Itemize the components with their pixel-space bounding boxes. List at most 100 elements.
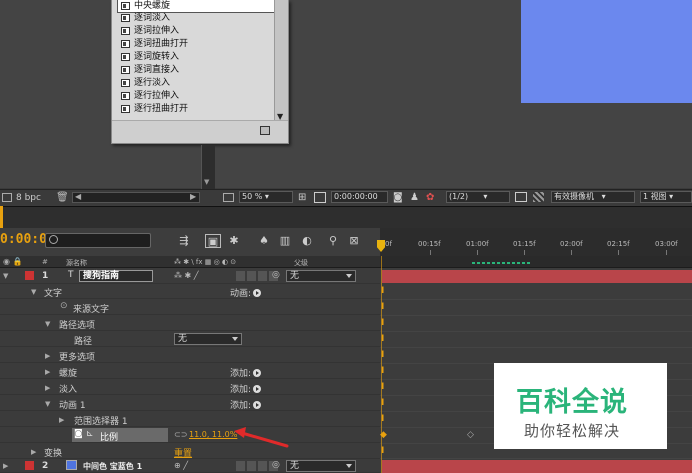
parent-header[interactable]: 父级 [294, 258, 308, 268]
scroll-right-icon[interactable]: ▶ [190, 192, 196, 201]
parent-dropdown[interactable]: 无 [286, 270, 356, 282]
layer-name[interactable]: 搜狗指南 [79, 270, 153, 282]
layer-duration-bar[interactable] [382, 460, 692, 473]
keyframe-marker[interactable]: I [381, 302, 384, 312]
play-circle-icon [253, 385, 262, 393]
draft-3d-icon[interactable]: ✱ [226, 234, 242, 248]
constrain-proportions-icon[interactable]: ⊂⊃ [174, 430, 187, 439]
new-folder-icon[interactable] [260, 126, 270, 135]
graph-icon[interactable]: ⊾ [86, 429, 94, 439]
brainstorm-icon[interactable]: ⚲ [325, 234, 341, 248]
timeline-search-input[interactable] [45, 233, 151, 248]
popup-scrollbar[interactable] [274, 0, 288, 120]
collapse-triangle-icon[interactable]: ▶ [45, 384, 50, 392]
graph-editor-icon[interactable]: ⊠ [346, 234, 362, 248]
keyframe-marker[interactable]: I [381, 318, 384, 328]
trash-icon[interactable]: 🗑 [56, 192, 69, 203]
collapse-triangle-icon[interactable]: ▶ [59, 416, 64, 424]
reset-link[interactable]: 重置 [174, 446, 192, 459]
preset-item[interactable]: 逐词拉伸入 [118, 25, 274, 37]
layer-switches[interactable]: ⊕ ╱ [174, 461, 188, 470]
expand-triangle-icon[interactable]: ▼ [45, 400, 50, 408]
property-row[interactable] [0, 300, 380, 315]
audio-video-icon[interactable]: ◉ 🔒 [3, 257, 22, 266]
expand-triangle-icon[interactable]: ▼ [45, 320, 50, 328]
path-dropdown[interactable]: 无 [174, 333, 242, 345]
scroll-down-icon[interactable]: ▼ [204, 178, 209, 186]
layer-duration-bar[interactable] [382, 270, 692, 283]
animator-row[interactable] [0, 380, 380, 395]
scale-value[interactable]: 11.0, 11.0% [189, 430, 237, 439]
shy-layers-icon[interactable]: ♠ [256, 234, 272, 248]
transparency-grid-icon[interactable] [533, 192, 544, 202]
add-menu[interactable]: 添加: [230, 382, 262, 395]
keyframe-marker[interactable]: I [381, 286, 384, 296]
layer-name[interactable]: 中间色 宝蓝色 1 [83, 461, 142, 472]
keyframe-marker[interactable]: I [381, 334, 384, 344]
label-color-swatch[interactable] [25, 271, 34, 280]
animate-menu[interactable]: 动画: [230, 286, 262, 299]
bpc-label[interactable]: 8 bpc [16, 193, 41, 203]
preset-item[interactable]: 逐词直接入 [118, 64, 274, 76]
layer-switches[interactable]: ⁂ ✱ ╱ [174, 271, 199, 280]
keyframe-marker[interactable]: I [381, 350, 384, 360]
animator-row[interactable] [0, 364, 380, 379]
preset-item[interactable]: 逐词淡入 [118, 12, 274, 24]
stopwatch-icon[interactable]: ⊙ [60, 301, 68, 311]
safe-margins-icon[interactable] [314, 192, 326, 203]
pickwhip-icon[interactable]: ◎ [272, 270, 280, 280]
keyframe-marker[interactable]: I [381, 398, 384, 408]
keyframe-diamond-icon[interactable]: ◆ [380, 430, 387, 440]
pickwhip-icon[interactable]: ◎ [272, 460, 280, 470]
color-channel-icon[interactable]: ✿ [426, 192, 434, 203]
preset-item[interactable]: 中央螺旋 [117, 0, 275, 13]
keyframe-marker[interactable]: I [381, 366, 384, 376]
stopwatch-active-icon[interactable]: ◙ [74, 429, 83, 439]
zoom-dropdown[interactable]: 50 % ▾ [239, 191, 293, 203]
keyframe-diamond-icon[interactable]: ◇ [467, 430, 474, 440]
collapse-triangle-icon[interactable]: ▶ [45, 368, 50, 376]
label-color-swatch[interactable] [25, 461, 34, 470]
selector-row[interactable] [0, 412, 380, 427]
preset-item[interactable]: 逐词扭曲打开 [118, 38, 274, 50]
flowchart-icon[interactable] [2, 193, 12, 202]
resolution-dropdown[interactable]: (1/2) ▾ [446, 191, 510, 203]
property-row[interactable] [0, 348, 380, 363]
collapse-triangle-icon[interactable]: ▶ [31, 448, 36, 456]
property-row[interactable] [0, 316, 380, 331]
expand-triangle-icon[interactable]: ▼ [3, 272, 8, 280]
always-preview-icon[interactable] [223, 193, 234, 202]
keyframe-marker[interactable]: I [381, 446, 384, 456]
property-label: 比例 [100, 433, 119, 443]
collapse-triangle-icon[interactable]: ▶ [3, 462, 8, 470]
views-dropdown[interactable]: 1 视图 ▾ [640, 191, 692, 203]
composition-preview[interactable] [521, 0, 692, 103]
parent-dropdown[interactable]: 无 [286, 460, 356, 472]
camera-dropdown[interactable]: 有效摄像机 ▾ [551, 191, 635, 203]
source-name-header[interactable]: 源名称 [66, 258, 87, 268]
frame-blending-icon[interactable]: ▥ [277, 234, 293, 248]
add-menu[interactable]: 添加: [230, 366, 262, 379]
add-menu[interactable]: 添加: [230, 398, 262, 411]
preset-file-icon [121, 53, 130, 61]
motion-blur-icon[interactable]: ◐ [299, 234, 315, 248]
live-update-icon[interactable]: ▣ [205, 234, 221, 248]
keyframe-marker[interactable]: I [381, 382, 384, 392]
ruler-label: 01:00f [466, 240, 489, 248]
preset-item[interactable]: 逐行淡入 [118, 77, 274, 89]
comp-timecode[interactable]: 0:00:00:00 [331, 191, 388, 203]
preset-item[interactable]: 逐词旋转入 [118, 51, 274, 63]
snapshot-icon[interactable]: ◙ [393, 192, 403, 203]
scroll-left-icon[interactable]: ◀ [75, 192, 81, 201]
keyframe-marker[interactable]: I [381, 414, 384, 424]
collapse-triangle-icon[interactable]: ▶ [45, 352, 50, 360]
show-snapshot-icon[interactable]: ♟ [410, 192, 419, 203]
preset-item[interactable]: 逐行拉伸入 [118, 90, 274, 102]
animator-row[interactable] [0, 396, 380, 411]
preset-item[interactable]: 逐行扭曲打开 [118, 103, 274, 115]
comp-mini-flowchart-icon[interactable]: ⇶ [176, 234, 192, 248]
expand-triangle-icon[interactable]: ▼ [31, 288, 36, 296]
region-of-interest-icon[interactable] [515, 192, 527, 202]
project-hscroll[interactable] [72, 192, 200, 203]
grid-icon[interactable]: ⊞ [298, 192, 306, 203]
